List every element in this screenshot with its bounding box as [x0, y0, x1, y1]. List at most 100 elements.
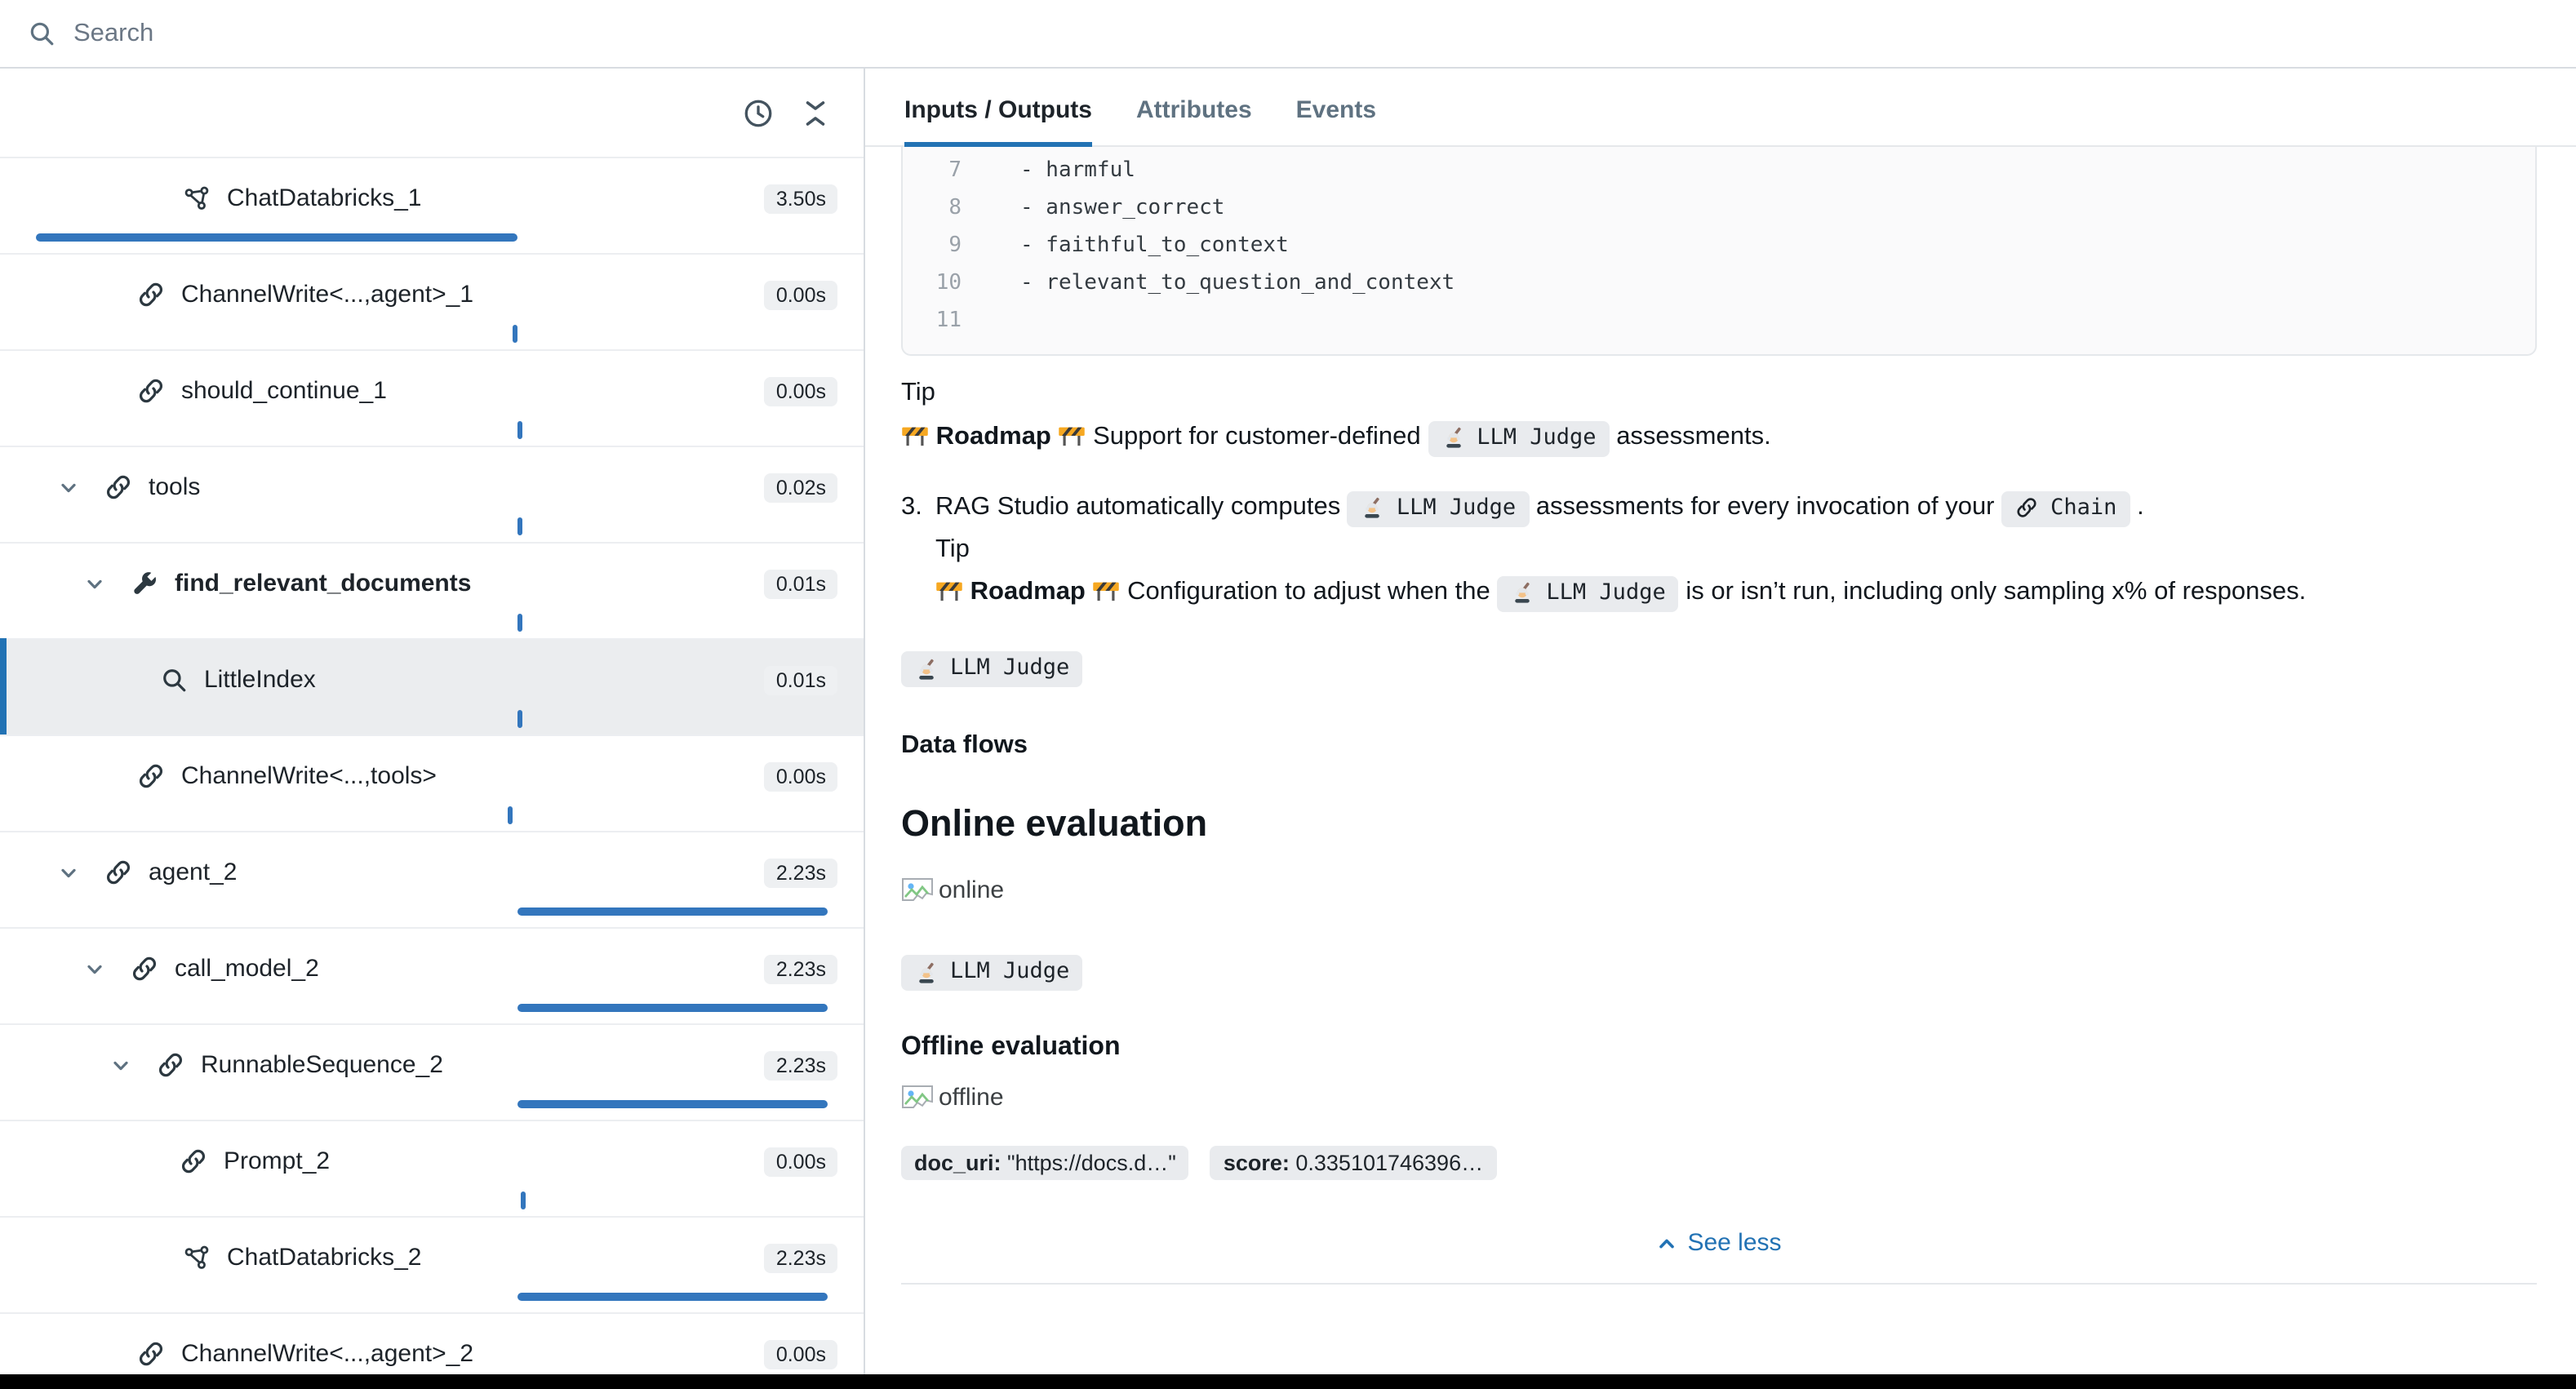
judge-icon	[914, 961, 939, 983]
span-duration: 0.00s	[765, 377, 837, 406]
line-text: - relevant_to_question_and_context	[962, 264, 1455, 302]
tree-row[interactable]: RunnableSequence_2 2.23s	[0, 1023, 864, 1120]
tree-row[interactable]: call_model_22.23s	[0, 927, 864, 1023]
roadmap-note: Roadmap Support for customer-defined LLM…	[901, 416, 2468, 459]
chevron-down-icon[interactable]	[59, 863, 104, 882]
timeline-bar	[508, 806, 513, 824]
list-item-body: RAG Studio automatically computes LLM Ju…	[935, 486, 2378, 614]
span-name: Prompt_2	[224, 1147, 330, 1175]
timeline-track	[36, 903, 834, 921]
see-less-label: See less	[1687, 1229, 1781, 1257]
tab-inputs-outputs[interactable]: Inputs / Outputs	[904, 96, 1092, 145]
timeline-track	[36, 999, 834, 1017]
tab-attributes[interactable]: Attributes	[1136, 96, 1252, 145]
detail-tabs: Inputs / Outputs Attributes Events	[865, 69, 2576, 147]
roadmap-text: Configuration to adjust when the	[1127, 578, 1490, 606]
timeline-bar	[518, 421, 523, 439]
llm-judge-label: LLM Judge	[1546, 577, 1665, 608]
line-number: 10	[903, 264, 962, 302]
llm-judge-badge: LLM Judge	[1497, 575, 1678, 611]
tree-row[interactable]: agent_22.23s	[0, 831, 864, 927]
timeline-track	[36, 517, 834, 535]
line-number: 8	[903, 189, 962, 227]
tab-events[interactable]: Events	[1296, 96, 1376, 145]
history-icon[interactable]	[743, 97, 774, 128]
judge-icon	[1361, 496, 1385, 519]
tree-row[interactable]: should_continue_1 0.00s	[0, 349, 864, 446]
roadmap-text: assessments.	[1616, 423, 1771, 450]
tree-row[interactable]: Prompt_20.00s	[0, 1120, 864, 1216]
list-text: .	[2137, 493, 2144, 521]
detail-content: 7- harmful8- answer_correct9- faithful_t…	[865, 147, 2576, 1389]
timeline-track	[36, 806, 834, 824]
line-number: 11	[903, 302, 962, 339]
online-broken-image: online	[901, 876, 2537, 904]
span-duration: 0.00s	[765, 281, 837, 310]
span-name: ChannelWrite<...,tools>	[181, 762, 437, 790]
llm-judge-badge-row: LLM Judge	[901, 651, 2537, 687]
judge-icon	[1510, 581, 1534, 604]
tree-row[interactable]: ChannelWrite<...,tools>0.00s	[0, 734, 864, 831]
tree-row[interactable]: ChannelWrite<...,agent>_1 0.00s	[0, 253, 864, 349]
search-input[interactable]	[73, 19, 2548, 48]
span-tree-panel: ChatDatabricks_13.50sChannelWrite<...,ag…	[0, 69, 865, 1389]
tree-row[interactable]: ChatDatabricks_13.50s	[0, 157, 864, 253]
link-icon	[157, 1051, 184, 1079]
chain-link-icon	[2014, 496, 2039, 519]
span-duration: 2.23s	[765, 1051, 837, 1081]
search-bar	[0, 0, 2576, 69]
construction-icon	[1093, 578, 1121, 602]
llm-judge-badge: LLM Judge	[901, 955, 1082, 991]
timeline-bar	[518, 614, 523, 632]
span-name: should_continue_1	[181, 377, 387, 405]
list-number: 3.	[901, 486, 935, 614]
online-evaluation-heading: Online evaluation	[901, 803, 2537, 845]
collapse-all-icon[interactable]	[800, 97, 831, 128]
llm-judge-badge: LLM Judge	[1428, 420, 1609, 456]
chevron-up-icon	[1656, 1233, 1676, 1253]
offline-evaluation-heading: Offline evaluation	[901, 1033, 2537, 1063]
link-icon	[137, 762, 165, 790]
tag-doc-uri[interactable]: doc_uri: "https://docs.d…"	[901, 1146, 1189, 1180]
llm-judge-label: LLM Judge	[950, 653, 1069, 684]
tool-icon	[131, 570, 158, 597]
broken-image-icon	[901, 876, 934, 904]
span-name: LittleIndex	[204, 666, 316, 694]
chevron-down-icon[interactable]	[85, 574, 131, 593]
timeline-bar	[518, 1004, 828, 1012]
code-line: 11	[903, 302, 2535, 339]
span-name: RunnableSequence_2	[201, 1051, 443, 1079]
span-name: ChannelWrite<...,agent>_1	[181, 281, 473, 308]
see-less-button[interactable]: See less	[901, 1229, 2537, 1257]
link-icon	[137, 281, 165, 308]
link-icon	[137, 1340, 165, 1368]
tree-row[interactable]: tools0.02s	[0, 446, 864, 542]
tree-row[interactable]: ChatDatabricks_22.23s	[0, 1216, 864, 1312]
tree-row[interactable]: LittleIndex0.01s	[0, 638, 864, 734]
broken-image-icon	[901, 1084, 934, 1112]
code-line: 10- relevant_to_question_and_context	[903, 264, 2535, 302]
line-number: 9	[903, 227, 962, 264]
construction-icon	[1059, 423, 1086, 447]
chevron-down-icon[interactable]	[85, 959, 131, 979]
tag-score[interactable]: score: 0.335101746396…	[1210, 1146, 1496, 1180]
span-duration: 2.23s	[765, 1244, 837, 1273]
chevron-down-icon[interactable]	[59, 477, 104, 497]
tip-label: Tip	[935, 529, 2378, 571]
timeline-track	[36, 710, 834, 728]
code-line: 8- answer_correct	[903, 189, 2535, 227]
roadmap-label: Roadmap	[970, 578, 1086, 606]
llm-judge-label: LLM Judge	[1477, 422, 1596, 453]
list-item-3: 3. RAG Studio automatically computes LLM…	[901, 486, 2378, 614]
image-alt-text: offline	[939, 1084, 1004, 1112]
tree-row[interactable]: find_relevant_documents0.01s	[0, 542, 864, 638]
llm-judge-badge-row: LLM Judge	[901, 955, 2537, 991]
judge-icon	[914, 657, 939, 680]
link-icon	[104, 473, 132, 501]
line-text: - harmful	[962, 152, 1135, 189]
timeline-track	[36, 1288, 834, 1306]
chevron-down-icon[interactable]	[111, 1055, 157, 1075]
timeline-track	[36, 614, 834, 632]
timeline-bar	[521, 1192, 526, 1209]
roadmap-text: is or isn’t run, including only sampling…	[1686, 578, 2306, 606]
